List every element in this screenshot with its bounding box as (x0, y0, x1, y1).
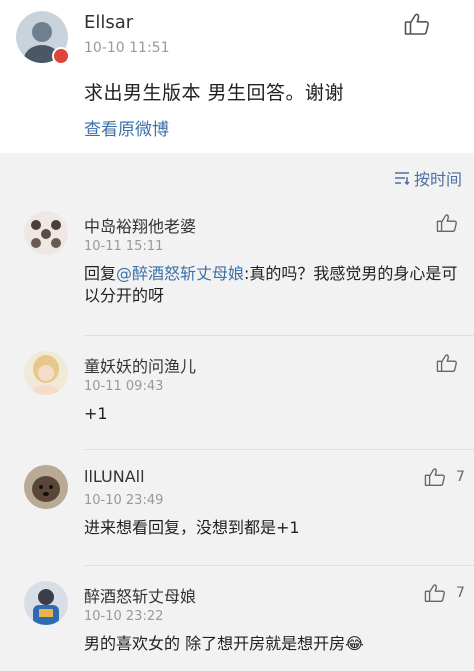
comment-text: 回复@醉酒怒斩丈母娘:真的吗？我感觉男的身心是可以分开的呀 (84, 263, 464, 307)
post-text: 求出男生版本 男生回答。谢谢 (84, 82, 345, 104)
post-timestamp: 10-10 11:51 (84, 40, 170, 56)
comment-timestamp: 10-10 23:49 (84, 493, 164, 508)
comment-author-name[interactable]: llLUNAll (84, 467, 145, 486)
comment-avatar[interactable] (24, 465, 68, 509)
comment-author-name[interactable]: 醉酒怒斩丈母娘 (84, 583, 196, 607)
thumbs-up-icon[interactable] (436, 353, 458, 373)
divider (84, 565, 474, 566)
mention-link[interactable]: @醉酒怒斩丈母娘 (116, 264, 244, 283)
comment-author-name[interactable]: 中岛裕翔他老婆 (84, 213, 196, 237)
thumbs-up-icon[interactable] (424, 583, 446, 603)
comment-text: +1 (84, 404, 108, 423)
thumbs-up-icon[interactable] (404, 12, 430, 36)
thumbs-up-icon[interactable] (436, 213, 458, 233)
comment-avatar[interactable] (24, 211, 68, 255)
sort-lines-icon (394, 172, 410, 185)
reply-prefix: 回复 (84, 264, 117, 283)
main-post: Ellsar 10-10 11:51 求出男生版本 男生回答。谢谢 查看原微博 (0, 0, 474, 153)
comment-author-name[interactable]: 童妖妖的问渔儿 (84, 353, 196, 377)
comment-timestamp: 10-11 15:11 (84, 239, 164, 254)
comment-timestamp: 10-11 09:43 (84, 379, 164, 394)
view-original-link[interactable]: 查看原微博 (84, 115, 169, 140)
thumbs-up-icon[interactable] (424, 467, 446, 487)
comment-text: 男的喜欢女的 除了想开房就是想开房😂 (84, 634, 364, 653)
sort-label: 按时间 (413, 170, 462, 189)
verified-badge-icon (52, 47, 70, 65)
divider (84, 335, 474, 336)
like-count: 7 (456, 469, 465, 485)
divider (84, 449, 474, 450)
post-author-name[interactable]: Ellsar (84, 12, 133, 33)
comment-timestamp: 10-10 23:22 (84, 609, 164, 624)
comment-avatar[interactable] (24, 581, 68, 625)
comment-text: 进来想看回复，没想到都是+1 (84, 518, 300, 537)
sort-by-time-button[interactable]: 按时间 (394, 168, 462, 189)
comment-avatar[interactable] (24, 351, 68, 395)
like-count: 7 (456, 585, 465, 601)
comments-section: 按时间 中岛裕翔他老婆 10-11 15:11 回复@醉酒怒斩丈母娘:真的吗？我… (0, 153, 474, 671)
